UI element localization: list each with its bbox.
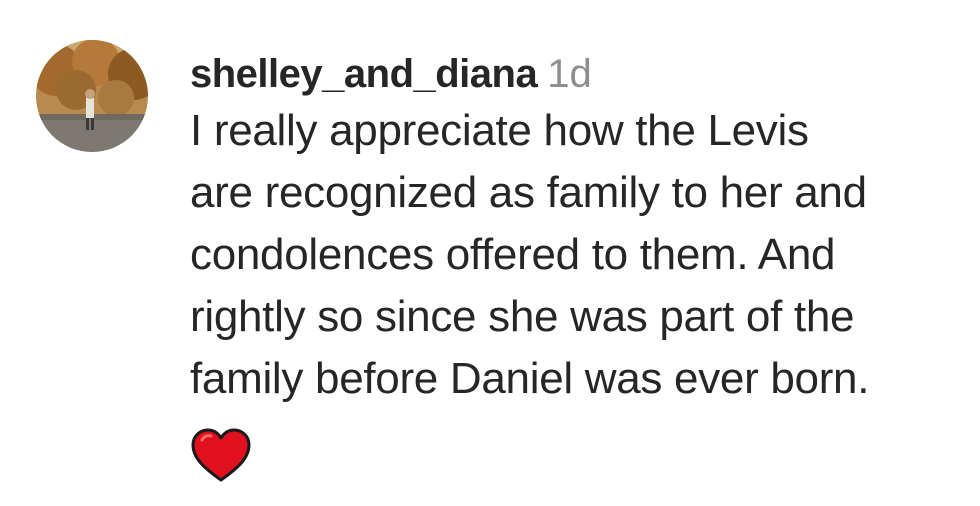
comment-text-line: I really appreciate how the Levis <box>190 106 809 155</box>
avatar[interactable] <box>36 40 148 152</box>
comment-header: shelley_and_diana 1d <box>190 48 970 100</box>
comment-text-line: family before Daniel was ever born. <box>190 354 870 403</box>
avatar-image <box>36 40 148 152</box>
comment-timestamp[interactable]: 1d <box>547 52 592 96</box>
comment-text-line: condolences offered to them. And <box>190 230 836 279</box>
username-link[interactable]: shelley_and_diana <box>190 52 538 96</box>
comment: shelley_and_diana 1d I really appreciate … <box>0 0 980 506</box>
comment-body: shelley_and_diana 1d I really appreciate … <box>190 48 970 410</box>
comment-text-line: rightly so since she was part of the <box>190 292 855 341</box>
comment-text-line: are recognized as family to her and <box>190 168 867 217</box>
heart-icon <box>190 428 252 484</box>
